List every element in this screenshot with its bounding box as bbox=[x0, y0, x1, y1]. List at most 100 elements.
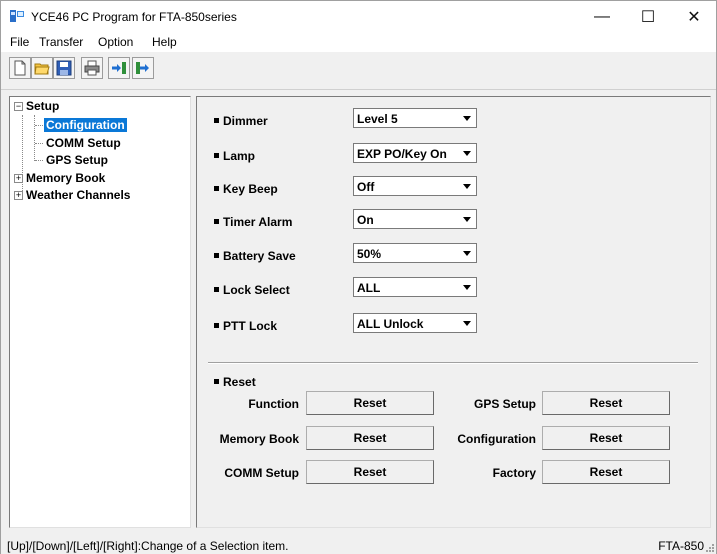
reset-factory-button[interactable]: Reset bbox=[542, 460, 670, 484]
app-icon bbox=[9, 9, 25, 23]
chevron-down-icon[interactable] bbox=[459, 145, 475, 161]
reset-memory-book-button[interactable]: Reset bbox=[306, 426, 434, 450]
collapse-setup-toggle[interactable]: − bbox=[14, 102, 23, 111]
status-model: FTA-850 bbox=[658, 539, 704, 553]
reset-gps-setup-button[interactable]: Reset bbox=[542, 391, 670, 415]
tree-line bbox=[34, 115, 35, 161]
ptt-lock-select[interactable]: ALL Unlock bbox=[353, 313, 477, 333]
new-file-button[interactable] bbox=[9, 57, 31, 79]
tree-line bbox=[35, 143, 43, 144]
read-from-radio-icon bbox=[112, 62, 126, 74]
chevron-down-icon[interactable] bbox=[459, 178, 475, 194]
menu-option[interactable]: Option bbox=[98, 35, 133, 49]
toolbar bbox=[1, 52, 716, 90]
menu-file[interactable]: File bbox=[10, 35, 29, 49]
save-icon bbox=[56, 60, 72, 76]
menu-transfer[interactable]: Transfer bbox=[39, 35, 83, 49]
bullet bbox=[214, 379, 219, 385]
lock-select-label: Lock Select bbox=[214, 283, 290, 297]
write-to-radio-icon bbox=[136, 62, 149, 74]
key-beep-select[interactable]: Off bbox=[353, 176, 477, 196]
reset-function-label: Function bbox=[248, 397, 299, 411]
status-bar: [Up]/[Down]/[Left]/[Right]:Change of a S… bbox=[1, 537, 716, 554]
reset-factory-label: Factory bbox=[492, 466, 536, 480]
print-button[interactable] bbox=[81, 57, 103, 79]
bullet bbox=[214, 186, 219, 192]
lock-select-select[interactable]: ALL bbox=[353, 277, 477, 297]
new-file-icon bbox=[14, 60, 26, 76]
save-button[interactable] bbox=[53, 57, 75, 79]
lock-select-value: ALL bbox=[357, 281, 381, 295]
read-from-radio-button[interactable] bbox=[108, 57, 130, 79]
expand-weather-channels-toggle[interactable]: + bbox=[14, 191, 23, 200]
ptt-lock-value: ALL Unlock bbox=[357, 317, 424, 331]
reset-gps-setup-label: GPS Setup bbox=[473, 397, 536, 411]
chevron-down-icon[interactable] bbox=[459, 110, 475, 126]
section-divider bbox=[208, 362, 698, 364]
tree-item-configuration[interactable]: Configuration bbox=[44, 118, 127, 133]
reset-title-text: Reset bbox=[223, 375, 256, 389]
resize-grip-icon[interactable] bbox=[706, 544, 714, 552]
tree-item-gps-setup[interactable]: GPS Setup bbox=[46, 153, 108, 168]
chevron-down-icon[interactable] bbox=[459, 279, 475, 295]
setting-label-text: Lamp bbox=[223, 149, 256, 163]
bullet bbox=[214, 323, 219, 329]
window-title: YCE46 PC Program for FTA-850series bbox=[31, 10, 237, 24]
tree-item-memory-book[interactable]: Memory Book bbox=[26, 171, 105, 186]
setting-label-text: Key Beep bbox=[223, 182, 278, 196]
open-folder-icon bbox=[34, 63, 50, 75]
key-beep-label: Key Beep bbox=[214, 182, 278, 196]
open-button[interactable] bbox=[31, 57, 53, 79]
lamp-label: Lamp bbox=[214, 149, 255, 163]
expand-memory-book-toggle[interactable]: + bbox=[14, 174, 23, 183]
timer-alarm-select[interactable]: On bbox=[353, 209, 477, 229]
battery-save-label: Battery Save bbox=[214, 249, 296, 263]
menu-bar: File Transfer Option Help bbox=[1, 32, 716, 52]
reset-configuration-button[interactable]: Reset bbox=[542, 426, 670, 450]
status-text: [Up]/[Down]/[Left]/[Right]:Change of a S… bbox=[7, 539, 289, 553]
write-to-radio-button[interactable] bbox=[132, 57, 154, 79]
navigation-tree: − Setup Configuration COMM Setup GPS Set… bbox=[9, 96, 191, 528]
bullet bbox=[214, 219, 219, 225]
tree-item-comm-setup[interactable]: COMM Setup bbox=[46, 136, 121, 151]
bullet bbox=[214, 153, 219, 159]
chevron-down-icon[interactable] bbox=[459, 315, 475, 331]
setting-label-text: Lock Select bbox=[223, 283, 290, 297]
setting-label-text: PTT Lock bbox=[223, 319, 278, 333]
chevron-down-icon[interactable] bbox=[459, 245, 475, 261]
title-bar[interactable]: YCE46 PC Program for FTA-850series — ☐ ✕ bbox=[1, 1, 716, 32]
menu-help[interactable]: Help bbox=[152, 35, 177, 49]
tree-item-weather-channels[interactable]: Weather Channels bbox=[26, 188, 130, 203]
tree-item-label: Configuration bbox=[44, 118, 127, 132]
battery-save-value: 50% bbox=[357, 247, 382, 261]
reset-comm-setup-button[interactable]: Reset bbox=[306, 460, 434, 484]
maximize-button[interactable]: ☐ bbox=[625, 1, 671, 32]
setting-label-text: Battery Save bbox=[223, 249, 296, 263]
setting-label-text: Dimmer bbox=[223, 114, 268, 128]
setting-label-text: Timer Alarm bbox=[223, 215, 293, 229]
close-button[interactable]: ✕ bbox=[671, 1, 717, 32]
reset-comm-setup-label: COMM Setup bbox=[224, 466, 299, 480]
battery-save-select[interactable]: 50% bbox=[353, 243, 477, 263]
dimmer-value: Level 5 bbox=[357, 112, 398, 126]
tree-line bbox=[35, 125, 43, 126]
print-icon bbox=[84, 60, 100, 76]
key-beep-value: Off bbox=[357, 180, 375, 194]
reset-function-button[interactable]: Reset bbox=[306, 391, 434, 415]
timer-alarm-label: Timer Alarm bbox=[214, 215, 292, 229]
dimmer-select[interactable]: Level 5 bbox=[353, 108, 477, 128]
reset-configuration-label: Configuration bbox=[457, 432, 536, 446]
reset-memory-book-label: Memory Book bbox=[219, 432, 299, 446]
timer-alarm-value: On bbox=[357, 213, 374, 227]
tree-item-setup[interactable]: Setup bbox=[26, 99, 59, 114]
bullet bbox=[214, 118, 219, 124]
lamp-select[interactable]: EXP PO/Key On bbox=[353, 143, 477, 163]
dimmer-label: Dimmer bbox=[214, 114, 268, 128]
bullet bbox=[214, 287, 219, 293]
reset-section-title: Reset bbox=[214, 375, 256, 389]
chevron-down-icon[interactable] bbox=[459, 211, 475, 227]
ptt-lock-label: PTT Lock bbox=[214, 319, 277, 333]
bullet bbox=[214, 253, 219, 259]
minimize-button[interactable]: — bbox=[579, 1, 625, 32]
lamp-value: EXP PO/Key On bbox=[357, 147, 447, 161]
